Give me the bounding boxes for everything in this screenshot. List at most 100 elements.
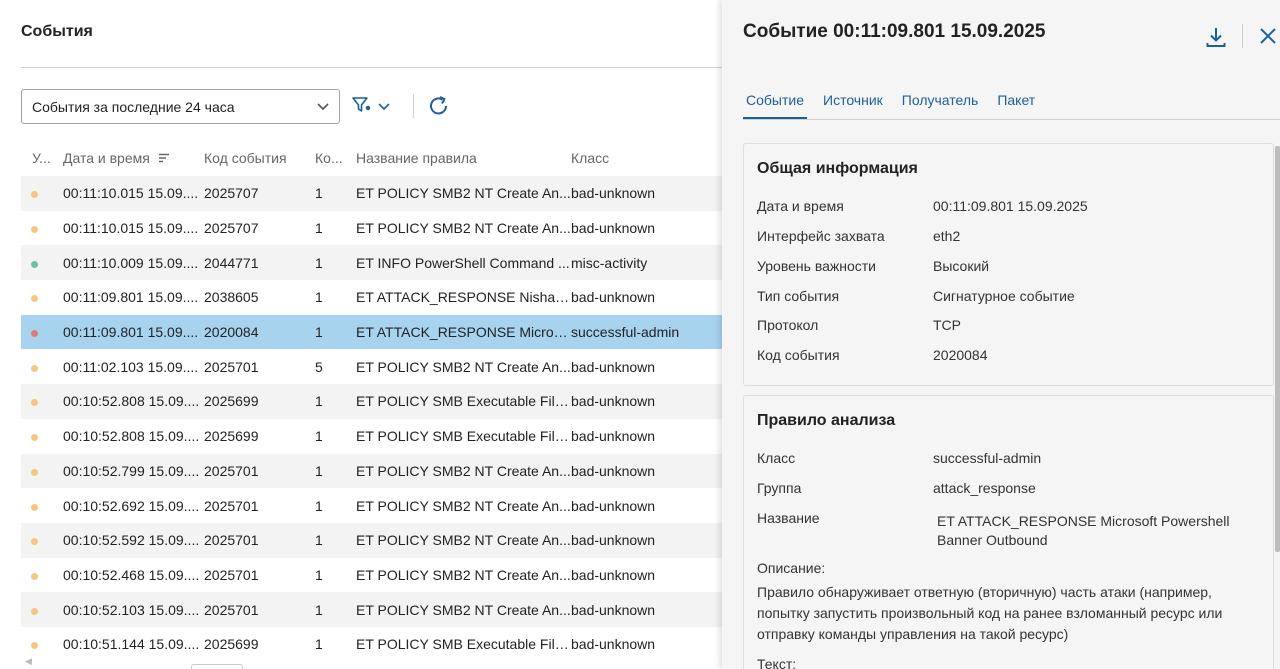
severity-dot-icon <box>31 503 38 511</box>
table-row[interactable]: 00:11:10.009 15.09.... 2044771 1 ET INFO Po… <box>21 245 722 281</box>
table-row[interactable]: 00:10:52.808 15.09.... 2025699 1 ET POLICY … <box>21 384 722 419</box>
scroll-left-icon[interactable]: ◀ <box>25 656 32 667</box>
severity-cell <box>21 393 63 409</box>
datetime-cell: 00:11:10.015 15.09.... <box>63 185 199 202</box>
scrollbar-thumb[interactable] <box>191 664 243 669</box>
table-row[interactable]: 00:10:52.692 15.09.... 2025701 1 ET POLICY … <box>21 488 722 523</box>
count-cell: 1 <box>315 254 323 271</box>
tab-packet[interactable]: Пакет <box>994 90 1038 119</box>
code-cell: 2025707 <box>204 185 259 202</box>
rule-cell: ET ATTACK_RESPONSE Nishan... <box>356 289 571 306</box>
column-header-count[interactable]: Ко... <box>315 150 356 166</box>
text-label: Текст: <box>757 656 797 669</box>
severity-dot-icon <box>31 434 38 442</box>
rule-cell: ET POLICY SMB Executable File... <box>356 428 571 445</box>
rule-name-link[interactable]: ET ATTACK_RESPONSE Microsoft Powershell <box>937 513 1230 529</box>
table-row[interactable]: 00:11:09.801 15.09.... 2038605 1 ET ATTACK_… <box>21 280 722 315</box>
class-cell: bad-unknown <box>571 220 656 237</box>
severity-cell <box>21 532 63 548</box>
severity-cell <box>21 185 63 201</box>
rule-cell: ET ATTACK_RESPONSE Micros... <box>356 324 571 341</box>
table-row[interactable]: 00:10:52.808 15.09.... 2025699 1 ET POLICY … <box>21 419 722 454</box>
column-header-code[interactable]: Код события <box>204 150 315 166</box>
datetime-cell: 00:11:09.801 15.09.... <box>63 289 199 306</box>
column-header-rule[interactable]: Название правила <box>356 150 571 166</box>
severity-cell <box>21 602 63 618</box>
horizontal-scrollbar[interactable]: ◀ <box>21 656 722 669</box>
table-row[interactable]: 00:10:52.592 15.09.... 2025701 1 ET POLICY … <box>21 522 722 558</box>
field-label: Уровень важности <box>757 258 876 274</box>
column-header-severity[interactable]: У... <box>21 150 63 166</box>
rule-cell: ET POLICY SMB2 NT Create An... <box>356 462 571 479</box>
tab-source[interactable]: Источник <box>820 90 886 119</box>
sort-icon <box>158 150 170 166</box>
period-select-value: События за последние 24 часа <box>32 98 235 115</box>
count-cell: 1 <box>315 462 323 479</box>
rule-cell: ET POLICY SMB2 NT Create An... <box>356 566 571 583</box>
table-header: У... Дата и время Код события Ко... Назв… <box>21 140 722 176</box>
class-cell: bad-unknown <box>571 462 656 479</box>
period-select[interactable]: События за последние 24 часа <box>21 89 340 124</box>
class-cell: bad-unknown <box>571 289 656 306</box>
code-cell: 2038605 <box>204 289 259 306</box>
field-label: Интерфейс захвата <box>757 228 885 244</box>
code-cell: 2025707 <box>204 220 259 237</box>
field-label: Дата и время <box>757 198 844 214</box>
count-cell: 5 <box>315 358 323 375</box>
severity-dot-icon <box>31 226 38 234</box>
general-info-card: Общая информация Дата и время 00:11:09.8… <box>743 143 1274 386</box>
field-value: Высокий <box>933 258 990 274</box>
header-divider <box>1242 24 1243 48</box>
tab-event[interactable]: Событие <box>743 90 807 119</box>
datetime-cell: 00:11:02.103 15.09.... <box>63 358 199 375</box>
table-row[interactable]: 00:11:10.015 15.09.... 2025707 1 ET POLICY … <box>21 211 722 246</box>
datetime-cell: 00:10:52.799 15.09.... <box>63 462 200 479</box>
vertical-scrollbar[interactable] <box>1275 146 1280 552</box>
toolbar-divider <box>413 94 414 118</box>
close-button[interactable] <box>1258 26 1278 46</box>
table-row[interactable]: 00:10:52.468 15.09.... 2025701 1 ET POLICY … <box>21 558 722 593</box>
severity-cell <box>21 567 63 583</box>
field-value: eth2 <box>933 228 961 244</box>
download-icon <box>1204 28 1228 52</box>
code-cell: 2025699 <box>204 393 259 410</box>
field-value: 00:11:09.801 15.09.2025 <box>933 198 1088 214</box>
datetime-cell: 00:10:51.144 15.09.... <box>63 636 200 653</box>
rule-cell: ET POLICY SMB2 NT Create An... <box>356 601 571 618</box>
table-row[interactable]: 00:10:52.103 15.09.... 2025701 1 ET POLICY … <box>21 592 722 627</box>
table-row[interactable]: 00:10:51.144 15.09.... 2025699 1 ET POLICY … <box>21 627 722 662</box>
table-row[interactable]: 00:10:52.799 15.09.... 2025701 1 ET POLICY … <box>21 453 722 489</box>
class-cell: bad-unknown <box>571 185 656 202</box>
refresh-icon <box>427 96 451 121</box>
table-row[interactable]: 00:11:10.015 15.09.... 2025707 1 ET POLICY … <box>21 176 722 211</box>
field-value: Сигнатурное событие <box>933 288 1075 304</box>
code-cell: 2025701 <box>204 566 259 583</box>
class-cell: bad-unknown <box>571 636 656 653</box>
datetime-cell: 00:10:52.468 15.09.... <box>63 566 200 583</box>
analysis-rule-card: Правило анализа Класс successful-admin Г… <box>743 395 1274 669</box>
rule-name-link[interactable]: Banner Outbound <box>937 532 1048 548</box>
severity-dot-icon <box>31 642 38 650</box>
severity-dot-icon <box>31 364 38 372</box>
severity-dot-icon <box>31 260 38 268</box>
page-title: События <box>21 23 93 40</box>
severity-cell <box>21 289 63 305</box>
table-row[interactable]: 00:11:09.801 15.09.... 2020084 1 ET ATTACK_… <box>21 314 722 350</box>
chevron-down-icon <box>378 98 390 114</box>
count-cell: 1 <box>315 393 323 410</box>
datetime-cell: 00:11:10.015 15.09.... <box>63 220 199 237</box>
field-label: Группа <box>757 480 802 496</box>
analysis-rule-title: Правило анализа <box>757 412 896 429</box>
filter-button[interactable] <box>351 93 399 119</box>
code-cell: 2025699 <box>204 636 259 653</box>
code-cell: 2025701 <box>204 532 259 549</box>
download-button[interactable] <box>1204 25 1228 49</box>
tab-destination[interactable]: Получатель <box>899 90 982 119</box>
table-row[interactable]: 00:11:02.103 15.09.... 2025701 5 ET POLICY … <box>21 349 722 384</box>
rule-cell: ET POLICY SMB2 NT Create An... <box>356 220 571 237</box>
column-header-class[interactable]: Класс <box>571 150 721 166</box>
column-header-datetime[interactable]: Дата и время <box>63 150 204 166</box>
refresh-button[interactable] <box>427 94 451 118</box>
datetime-cell: 00:10:52.592 15.09.... <box>63 532 200 549</box>
filter-icon <box>351 95 373 118</box>
